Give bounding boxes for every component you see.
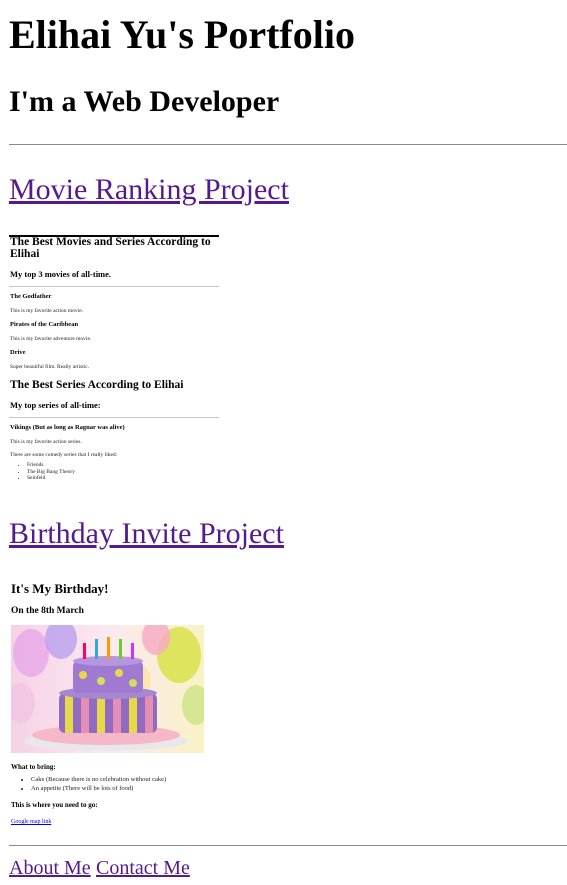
movie-title: The Godfather	[10, 293, 52, 300]
series-heading: The Best Series According to Elihai	[10, 379, 184, 391]
page-subtitle: I'm a Web Developer	[9, 85, 280, 118]
where-label: This is where you need to go:	[11, 801, 98, 809]
top-movies-label: My top 3 movies of all-time.	[10, 269, 112, 279]
birthday-invite-preview-frame: It's My Birthday! On the 8th March What …	[9, 578, 219, 833]
birthday-date: On the 8th March	[11, 606, 84, 616]
comedy-intro: There are some comedy series that I real…	[10, 452, 118, 458]
about-me-link[interactable]: About Me	[9, 856, 91, 880]
bring-label: What to bring:	[11, 763, 56, 771]
movie-description: Super beautiful film. Really artistic.	[10, 364, 90, 370]
movie-ranking-preview-frame: The Best Movies and Series According to …	[9, 233, 221, 501]
contact-me-link[interactable]: Contact Me	[96, 856, 190, 880]
divider	[9, 144, 567, 145]
page-title: Elihai Yu's Portfolio	[9, 12, 355, 57]
movie-frame-heading: The Best Movies and Series According to …	[10, 236, 211, 260]
comedy-series-list: Friends The Big Bang Theory Seinfeld	[19, 462, 75, 482]
birthday-invite-project-link[interactable]: Birthday Invite Project	[9, 516, 284, 552]
movie-title: Drive	[10, 349, 26, 356]
birthday-cake-image	[11, 625, 204, 753]
movie-title: Pirates of the Caribbean	[10, 321, 79, 328]
list-item: An appetite (There will be lots of food)	[31, 785, 166, 794]
series-description: This is my favorite action series.	[10, 439, 82, 445]
series-divider	[9, 417, 219, 418]
list-item: Seinfeld	[27, 475, 75, 482]
movie-ranking-project-link[interactable]: Movie Ranking Project	[9, 172, 289, 208]
birthday-heading: It's My Birthday!	[11, 581, 109, 596]
movie-description: This is my favorite adventure movie.	[10, 336, 92, 342]
movie-description: This is my favorite action movie.	[10, 308, 84, 314]
list-item: Cake (Because there is no celebration wi…	[31, 776, 166, 785]
series-title: Vikings (But as long as Ragnar was alive…	[10, 424, 125, 431]
bring-list: Cake (Because there is no celebration wi…	[23, 776, 166, 793]
movie-frame-divider	[9, 286, 219, 287]
divider	[9, 845, 567, 846]
google-map-link[interactable]: Google map link	[11, 818, 51, 826]
top-series-label: My top series of all-time:	[10, 400, 101, 410]
